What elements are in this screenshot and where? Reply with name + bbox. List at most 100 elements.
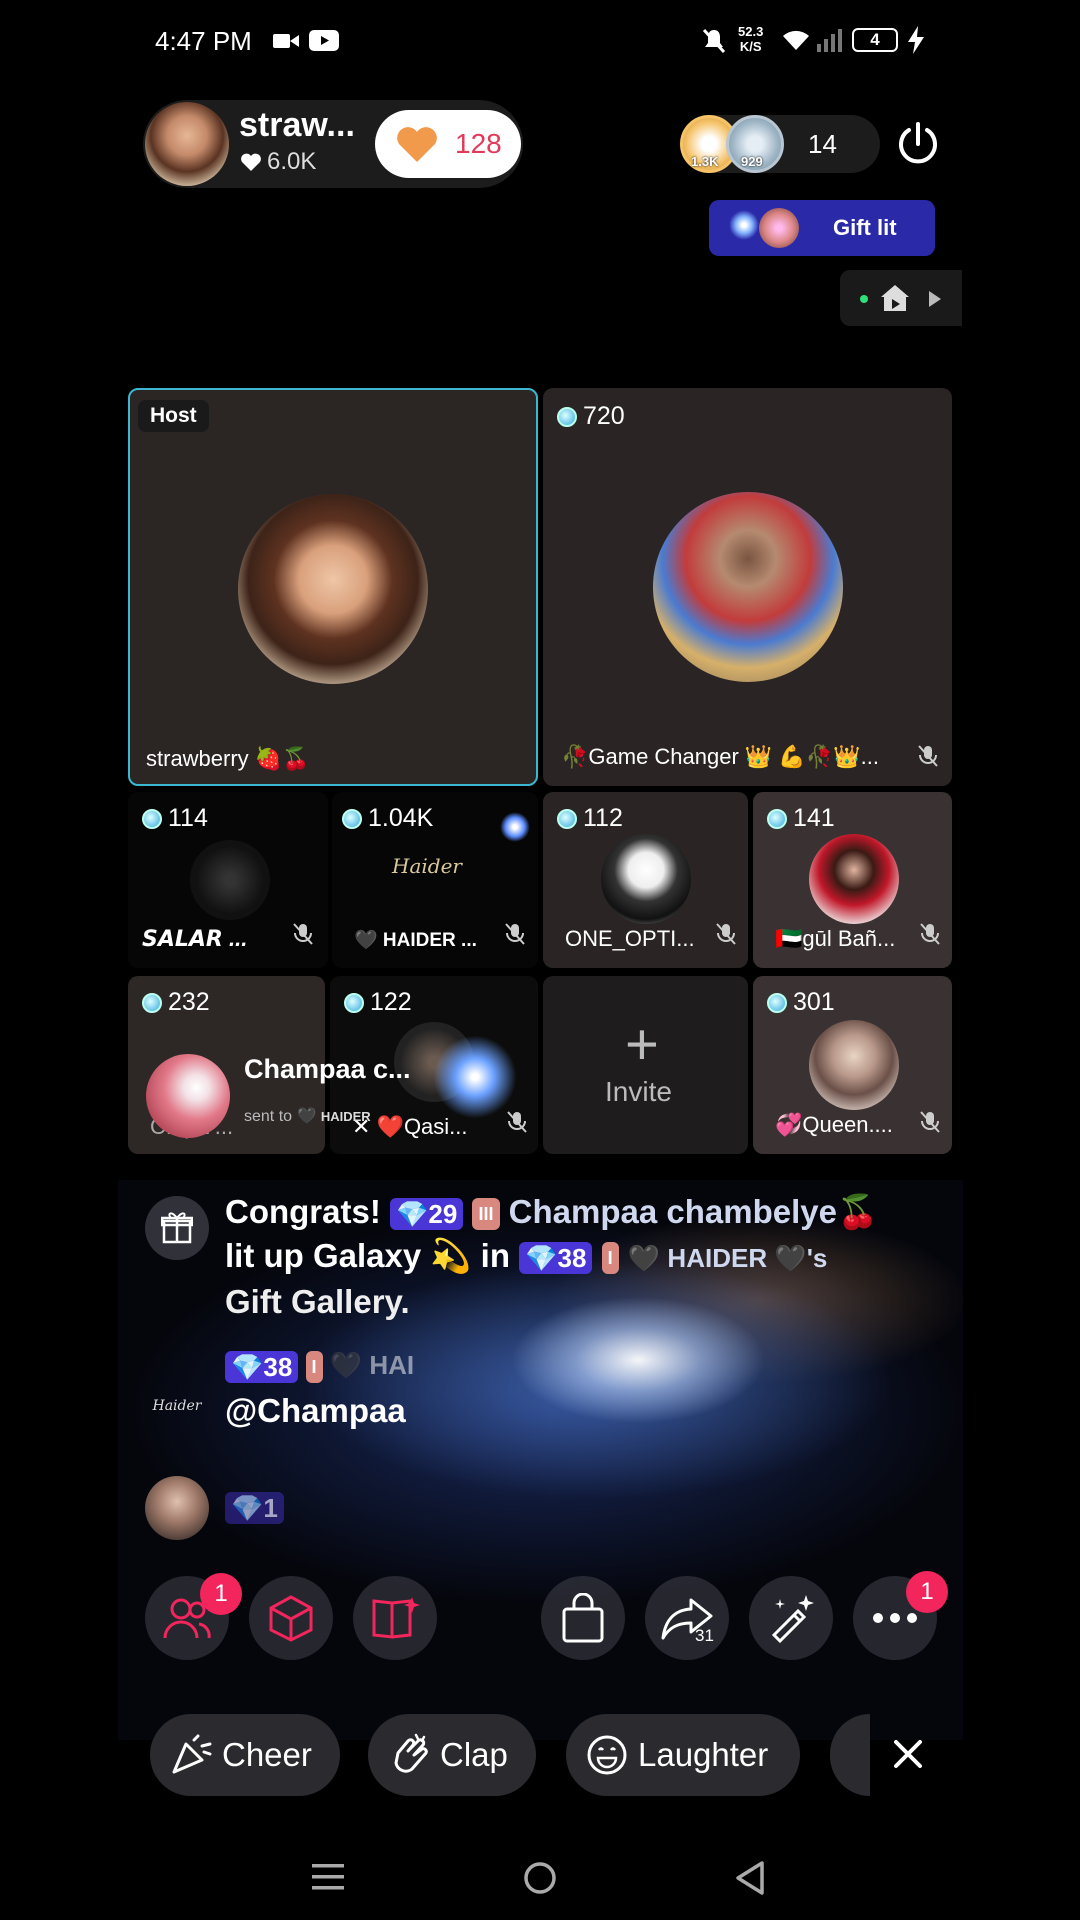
seat-4-name: 🖤 HAIDER ... xyxy=(354,930,477,951)
msg2-text: @Champaa xyxy=(225,1392,406,1429)
net-speed-unit: K/S xyxy=(739,39,762,54)
gem-icon xyxy=(557,808,577,829)
seat-10-name: 💞Queen.... xyxy=(775,1112,893,1137)
mic-muted-icon xyxy=(918,745,938,767)
gem-count-chip: 💎 38 xyxy=(519,1242,593,1275)
diamond-icon: 💎 xyxy=(525,1243,558,1274)
haider-avatar[interactable]: Haider xyxy=(145,1374,209,1438)
galaxy-gift-icon: 💫 xyxy=(430,1237,472,1274)
charging-icon xyxy=(908,26,924,54)
seat-2[interactable]: 720 🥀Game Changer 👑 💪🥀👑... xyxy=(543,388,952,786)
gift-toast-avatar xyxy=(146,1054,230,1138)
online-dot xyxy=(860,295,868,303)
edit-effects-button[interactable] xyxy=(749,1576,833,1660)
diamond-icon: 💎 xyxy=(396,1199,429,1230)
host-seat-avatar[interactable] xyxy=(238,494,428,684)
cube-button[interactable] xyxy=(249,1576,333,1660)
viewer-score-1: 1.3K xyxy=(691,154,719,169)
gem-icon xyxy=(767,808,787,829)
congrats-text-1: lit up Galaxy xyxy=(225,1237,422,1274)
gift-toast-recipient: HAIDER xyxy=(320,1109,371,1124)
back-nav-icon[interactable] xyxy=(734,1860,766,1896)
net-speed: 52.3 K/S xyxy=(738,24,763,54)
diamond-icon: 💎 xyxy=(231,1351,264,1382)
viewer-avatar-2[interactable]: 929 xyxy=(726,115,784,173)
level-badge: I xyxy=(305,1351,323,1384)
host-likes: 6.0K xyxy=(267,148,317,175)
gem-icon xyxy=(342,808,362,829)
laughter-button[interactable]: Laughter xyxy=(566,1714,800,1796)
seat-10-avatar[interactable] xyxy=(809,1020,899,1110)
plus-icon: + xyxy=(625,1012,659,1077)
seat-5-score: 112 xyxy=(557,804,623,833)
seat-5-name: ONE_OPTI... xyxy=(565,926,695,951)
seat-5-avatar[interactable] xyxy=(601,834,691,924)
cheer-button[interactable]: Cheer xyxy=(150,1714,340,1796)
seat-3[interactable]: 114 𝙎𝘼𝙇𝘼𝙍 ... xyxy=(128,792,328,968)
share-button[interactable]: 31 xyxy=(645,1576,729,1660)
host-avatar[interactable] xyxy=(145,102,229,186)
viewer-count[interactable]: 14 xyxy=(808,129,837,160)
seat-4[interactable]: 1.04K Haider 🖤 HAIDER ... xyxy=(332,792,538,968)
shop-button[interactable] xyxy=(541,1576,625,1660)
cheer-label: Cheer xyxy=(222,1736,312,1773)
gift-toast-sent-to: sent to 🖤 HAIDER xyxy=(244,1106,371,1126)
sent-to-label: sent to xyxy=(244,1108,293,1125)
mute-notification-icon xyxy=(702,28,726,54)
congrats-title: Congrats! xyxy=(225,1193,381,1230)
gem-count-value: 1 xyxy=(263,1492,278,1523)
gift-lit-label: Gift lit xyxy=(833,215,897,240)
msg3-avatar[interactable] xyxy=(145,1476,209,1540)
hearts-button[interactable]: 128 xyxy=(375,110,521,178)
cube-icon xyxy=(269,1595,313,1642)
host-seat-name: strawberry 🍓🍒 xyxy=(146,746,310,771)
seat-3-avatar[interactable] xyxy=(190,840,270,920)
seat-2-avatar[interactable] xyxy=(653,492,843,682)
party-horn-icon xyxy=(172,1734,212,1774)
mic-muted-icon xyxy=(716,923,736,945)
gift-toast: Champaa c... sent to 🖤 HAIDER xyxy=(140,1040,430,1138)
host-header[interactable]: straw... 6.0K 128 xyxy=(143,100,523,188)
host-tag: Host xyxy=(138,400,209,432)
seat-3-score: 114 xyxy=(142,804,208,833)
diamond-icon: 💎 xyxy=(231,1492,264,1523)
play-arrow-icon[interactable] xyxy=(928,290,942,308)
magic-book-button[interactable] xyxy=(353,1576,437,1660)
video-camera-icon xyxy=(273,34,299,48)
home-icon[interactable] xyxy=(880,284,910,312)
wifi-icon xyxy=(783,30,809,50)
invite-seat[interactable]: + Invite xyxy=(543,976,748,1154)
seat-5[interactable]: 112 ONE_OPTI... xyxy=(543,792,748,968)
heart-icon xyxy=(241,153,261,171)
book-sparkle-icon xyxy=(372,1597,420,1639)
clap-button[interactable]: Clap xyxy=(368,1714,536,1796)
home-nav-icon[interactable] xyxy=(522,1860,558,1896)
signal-icon xyxy=(817,29,842,52)
seat-host[interactable]: Host strawberry 🍓🍒 xyxy=(128,388,538,786)
gem-count-value: 38 xyxy=(557,1243,587,1274)
gift-lit-banner[interactable]: Gift lit xyxy=(709,200,935,256)
seat-6[interactable]: 141 🇦🇪gūl Bañ... xyxy=(753,792,952,968)
mic-muted-icon xyxy=(507,1111,527,1133)
mini-game-bar[interactable] xyxy=(840,270,962,326)
youtube-icon xyxy=(309,30,339,51)
orange-heart-icon xyxy=(397,127,437,162)
seat-10[interactable]: 301 💞Queen.... xyxy=(753,976,952,1154)
level-badge: I xyxy=(601,1242,619,1275)
seat-8-score-value: 122 xyxy=(370,988,412,1016)
chat-message-3[interactable]: 💎 1 xyxy=(145,1476,545,1540)
msg2-header: 💎 38 I 🖤 HAI xyxy=(225,1350,414,1384)
congrats-text-3: Gift Gallery. xyxy=(225,1283,410,1320)
shopping-bag-icon xyxy=(562,1593,604,1643)
laughter-label: Laughter xyxy=(638,1736,769,1773)
gem-icon xyxy=(142,992,162,1013)
power-icon[interactable] xyxy=(894,120,942,168)
menu-nav-icon[interactable] xyxy=(312,1862,344,1892)
more-dots-icon xyxy=(873,1613,917,1623)
top-viewers[interactable]: 1.3K 929 14 xyxy=(680,115,880,173)
seat-6-avatar[interactable] xyxy=(809,834,899,924)
host-name: straw... xyxy=(239,106,355,144)
more-notification-badge: 1 xyxy=(906,1571,948,1613)
gem-count-chip: 💎 29 xyxy=(390,1198,464,1231)
close-icon[interactable] xyxy=(892,1738,924,1770)
